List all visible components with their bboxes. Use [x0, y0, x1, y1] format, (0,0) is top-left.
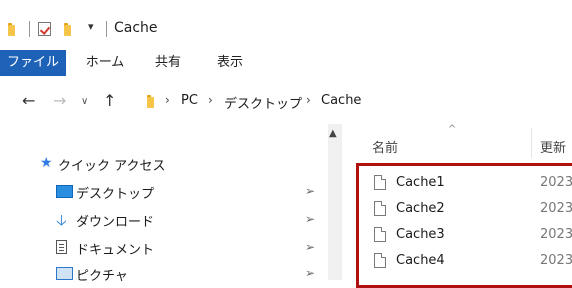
up-arrow-icon[interactable]: ↑ — [103, 91, 116, 110]
folder-icon — [8, 23, 24, 36]
back-arrow-icon[interactable]: ← — [22, 91, 35, 110]
pin-icon[interactable]: ➢ — [305, 240, 315, 254]
address-bar[interactable]: › PC › デスクトップ › Cache — [135, 90, 572, 114]
desktop-icon — [56, 185, 73, 198]
breadcrumb-separator-icon: › — [306, 93, 311, 107]
tab-view[interactable]: 表示 — [210, 50, 250, 76]
sidebar-item-downloads[interactable]: 🡣 ダウンロード ➢ — [0, 208, 320, 232]
sort-indicator-icon: ^ — [448, 124, 457, 135]
sidebar-item-label: クイック アクセス — [58, 159, 166, 174]
pictures-icon — [56, 267, 73, 280]
new-folder-icon[interactable] — [64, 23, 80, 36]
sidebar-item-documents[interactable]: ドキュメント ➢ — [0, 236, 320, 260]
pin-icon[interactable]: ➢ — [305, 184, 315, 198]
sidebar-item-label: ダウンロード — [76, 215, 155, 230]
title-bar: ▾ Cache — [0, 0, 572, 50]
navigation-bar: ← → ∨ ↑ › PC › デスクトップ › Cache — [0, 80, 572, 124]
breadcrumb-separator-icon: › — [208, 93, 213, 107]
tab-file[interactable]: ファイル — [0, 50, 66, 76]
document-icon — [56, 240, 67, 254]
ribbon-tabs: ファイル ホーム 共有 表示 — [0, 50, 572, 81]
forward-arrow-icon[interactable]: → — [53, 91, 66, 110]
column-header-name[interactable]: 名前 — [372, 137, 398, 156]
window-title: Cache — [114, 20, 158, 36]
recent-locations-icon[interactable]: ∨ — [81, 96, 88, 107]
column-divider[interactable] — [531, 128, 532, 158]
breadcrumb-pc[interactable]: PC — [181, 93, 198, 108]
folder-icon — [147, 95, 163, 108]
star-icon: ★ — [40, 155, 53, 171]
tab-home[interactable]: ホーム — [80, 50, 130, 76]
properties-icon[interactable] — [38, 22, 51, 36]
sidebar-item-quick-access[interactable]: ★ クイック アクセス — [0, 152, 320, 176]
pin-icon[interactable]: ➢ — [305, 212, 315, 226]
title-divider — [29, 21, 30, 37]
highlight-box — [356, 163, 572, 288]
quick-access-dropdown-icon[interactable]: ▾ — [88, 20, 94, 33]
sidebar-item-pictures[interactable]: ピクチャ ➢ — [0, 262, 320, 286]
column-header-date[interactable]: 更新 — [540, 137, 566, 156]
breadcrumb-cache[interactable]: Cache — [321, 93, 361, 108]
sidebar-item-desktop[interactable]: デスクトップ ➢ — [0, 180, 320, 204]
sidebar-item-label: デスクトップ — [76, 187, 155, 202]
scroll-up-icon[interactable]: ▲ — [329, 128, 337, 139]
download-icon: 🡣 — [56, 211, 67, 229]
breadcrumb-desktop[interactable]: デスクトップ — [224, 93, 302, 112]
sidebar-item-label: ピクチャ — [76, 269, 128, 284]
pin-icon[interactable]: ➢ — [305, 266, 315, 280]
breadcrumb-separator-icon: › — [165, 93, 170, 107]
tab-share[interactable]: 共有 — [148, 50, 188, 76]
title-divider — [106, 21, 107, 37]
navigation-pane-scrollbar[interactable] — [328, 124, 342, 280]
sidebar-item-label: ドキュメント — [76, 243, 155, 258]
